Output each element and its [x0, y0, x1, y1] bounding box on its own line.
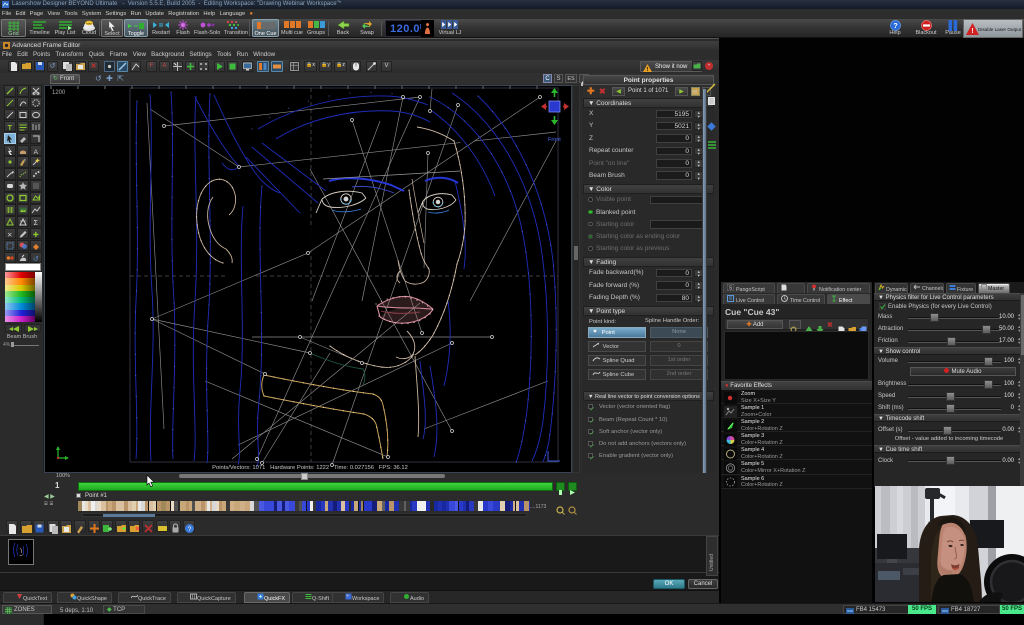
svg-text:beta: beta: [86, 22, 92, 26]
svg-text:!: !: [971, 28, 973, 35]
svg-text:Points/Vectors: 1071 Hardwar: Points/Vectors: 1071 Hardware Points: 12…: [212, 465, 408, 471]
svg-text:?: ?: [893, 21, 898, 30]
svg-text:Front: Front: [548, 137, 561, 143]
svg-text:1200: 1200: [52, 90, 66, 96]
svg-text:!: !: [647, 67, 649, 72]
